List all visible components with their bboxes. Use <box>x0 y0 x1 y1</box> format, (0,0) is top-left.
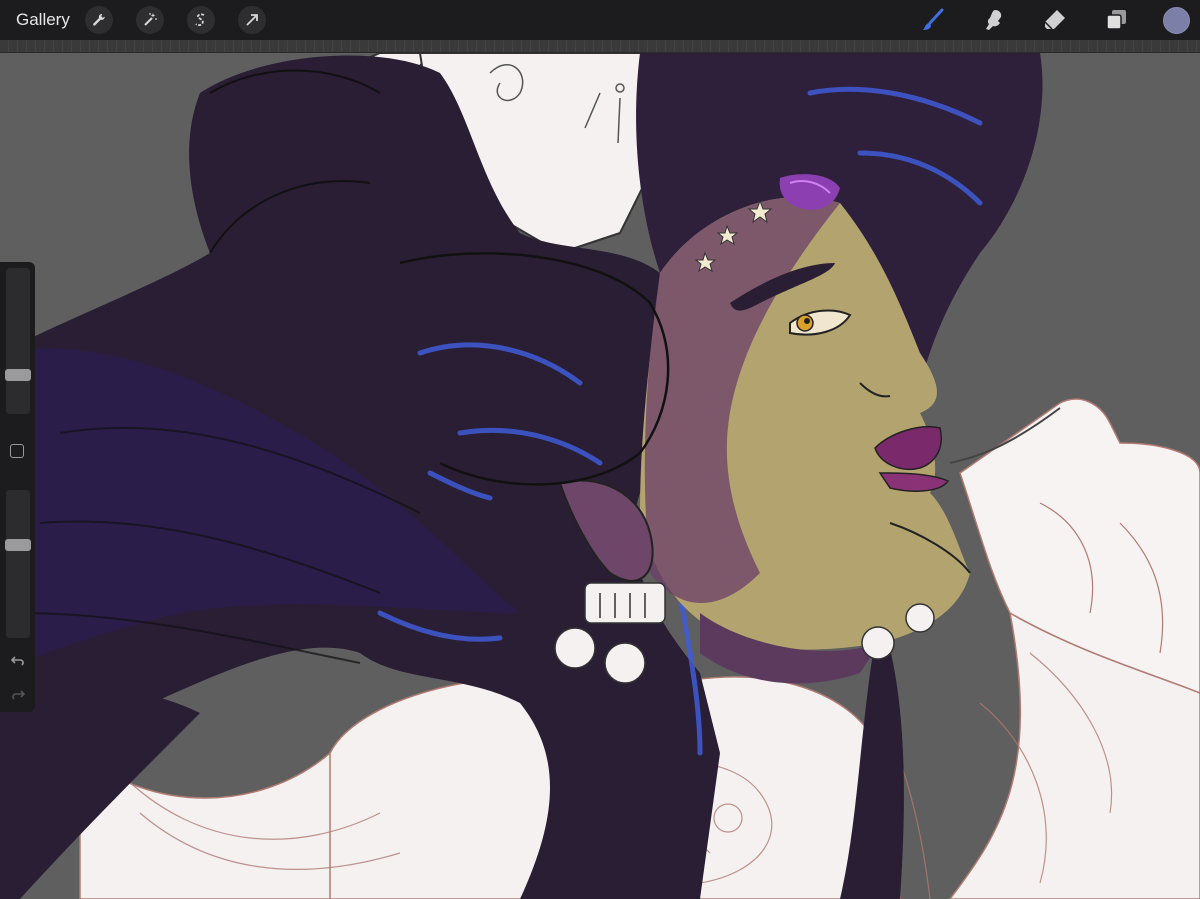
layers-button[interactable] <box>1101 5 1131 35</box>
adjustments-button[interactable] <box>136 6 164 34</box>
drawing-canvas[interactable] <box>0 53 1200 899</box>
color-picker-button[interactable] <box>1163 7 1190 34</box>
opacity-handle[interactable] <box>5 539 31 551</box>
magic-wand-icon <box>144 13 157 26</box>
eraser-button[interactable] <box>1040 5 1070 35</box>
undo-button[interactable] <box>9 652 27 670</box>
wrench-icon <box>93 13 105 26</box>
selection-button[interactable] <box>187 6 215 34</box>
transform-button[interactable] <box>238 6 266 34</box>
selection-icon <box>195 13 205 27</box>
eraser-icon <box>1044 10 1065 30</box>
smudge-button[interactable] <box>979 5 1009 35</box>
left-sidebar <box>0 262 35 712</box>
transform-arrow-icon <box>246 14 258 26</box>
toolbar-ruler <box>0 40 1200 53</box>
brush-size-handle[interactable] <box>5 369 31 381</box>
gallery-button[interactable]: Gallery <box>16 10 70 30</box>
modify-square-icon[interactable] <box>10 444 24 458</box>
layers-icon <box>1106 10 1126 30</box>
opacity-slider[interactable] <box>5 490 31 638</box>
brush-icon <box>923 8 944 30</box>
redo-icon <box>12 690 26 700</box>
undo-icon <box>10 656 24 666</box>
top-toolbar: Gallery <box>0 0 1200 40</box>
artwork <box>0 53 1200 899</box>
smudge-icon <box>986 10 1002 30</box>
actions-button[interactable] <box>85 6 113 34</box>
redo-button[interactable] <box>9 686 27 704</box>
brush-size-slider[interactable] <box>5 268 31 414</box>
brush-button[interactable] <box>918 5 948 35</box>
